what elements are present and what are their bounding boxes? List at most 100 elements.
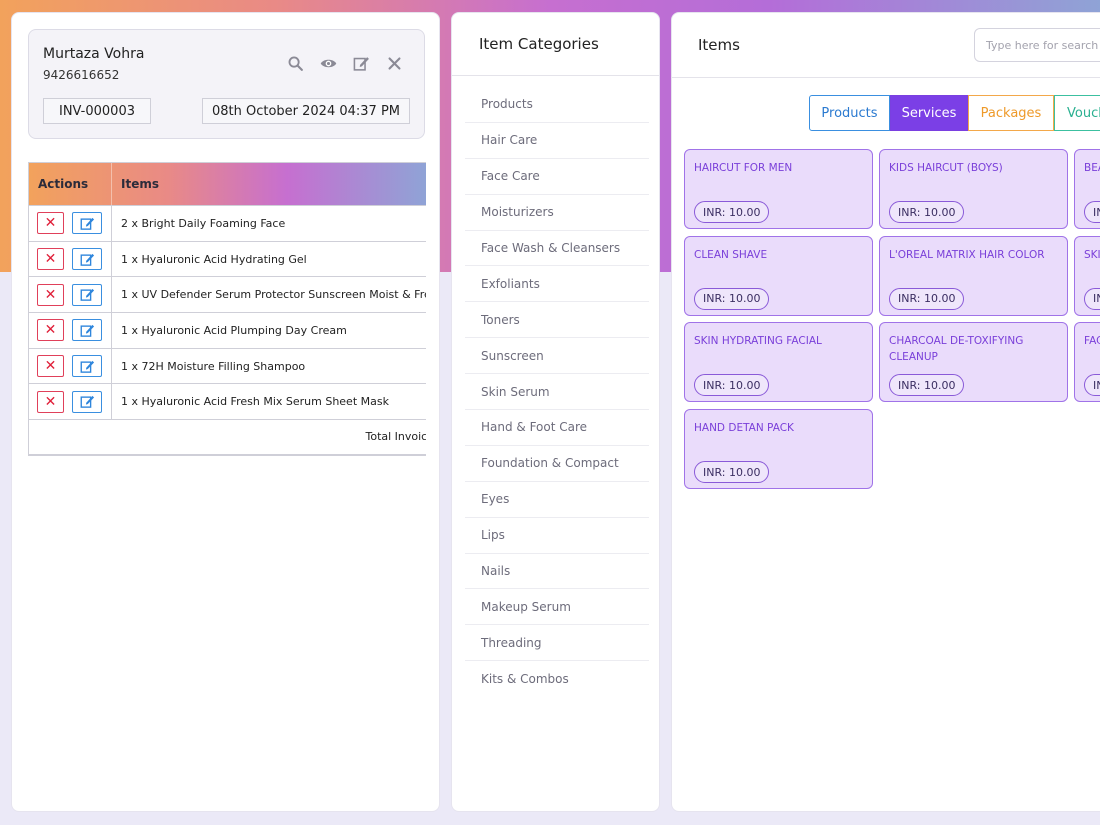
service-name: KIDS HAIRCUT (BOYS) (889, 162, 1003, 174)
tab-products[interactable]: Products (809, 95, 890, 131)
category-list: Products Hair Care Face Care Moisturizers Fa… (465, 87, 649, 697)
service-price: INR: 10.00 (1084, 374, 1100, 397)
category-item[interactable]: Makeup Serum (465, 589, 649, 626)
close-icon: ✕ (44, 251, 57, 268)
service-name: SKIN (1084, 248, 1100, 261)
category-item[interactable]: Moisturizers (465, 195, 649, 231)
category-item[interactable]: Eyes (465, 482, 649, 518)
divider (452, 75, 659, 76)
edit-icon (80, 360, 94, 373)
invoice-number: INV-000003 (43, 98, 151, 124)
customer-name: Murtaza Vohra (43, 46, 145, 62)
delete-button[interactable]: ✕ (37, 212, 64, 235)
close-icon: ✕ (44, 286, 57, 303)
category-item[interactable]: Hand & Foot Care (465, 410, 649, 446)
edit-button[interactable] (72, 248, 102, 271)
row-actions: ✕ (29, 313, 112, 348)
edit-icon (80, 289, 94, 302)
search-icon[interactable] (286, 54, 305, 72)
category-item[interactable]: Hair Care (465, 123, 649, 159)
edit-button[interactable] (72, 319, 102, 342)
edit-button[interactable] (72, 355, 102, 378)
category-item[interactable]: Lips (465, 518, 649, 554)
close-icon: ✕ (44, 215, 57, 232)
service-price: INR: 10.00 (1084, 287, 1100, 310)
edit-icon (80, 253, 94, 266)
divider (672, 77, 1100, 78)
row-actions: ✕ (29, 206, 112, 241)
edit-button[interactable] (72, 212, 102, 235)
category-item[interactable]: Skin Serum (465, 374, 649, 411)
edit-button[interactable] (72, 390, 102, 413)
close-icon: ✕ (44, 322, 57, 339)
service-card[interactable]: KIDS HAIRCUT (BOYS) INR: 10.00 (879, 149, 1068, 229)
category-item[interactable]: Sunscreen (465, 338, 649, 375)
service-card[interactable]: HAND DETAN PACK INR: 10.00 (684, 409, 873, 490)
close-icon[interactable] (385, 54, 404, 72)
table-row: ✕ 2 x Bright Daily Foaming Face (29, 205, 426, 241)
search-input[interactable] (974, 28, 1100, 62)
edit-button[interactable] (72, 283, 102, 306)
invoice-panel: Murtaza Vohra 9426616652 INV-000003 08th… (11, 12, 440, 812)
service-name: HAND DETAN PACK (694, 422, 794, 435)
edit-icon (80, 324, 94, 337)
cart-table: Actions Items ✕ 2 x Bright Daily Foaming … (28, 162, 426, 456)
cart-item-label: 1 x UV Defender Serum Protector Sunscree… (121, 288, 426, 302)
tab-services[interactable]: Services (890, 95, 968, 131)
cart-table-header: Actions Items (29, 163, 426, 205)
service-card[interactable]: L'OREAL MATRIX HAIR COLOR INR: 10.00 (879, 235, 1068, 316)
service-price: INR: 10.00 (694, 201, 770, 223)
table-row: ✕ 1 x Hyaluronic Acid Hydrating Gel (29, 240, 426, 277)
service-card[interactable]: HAIRCUT FOR MEN INR: 10.00 (684, 149, 873, 229)
category-item[interactable]: Face Wash & Cleansers (465, 231, 649, 267)
category-item[interactable]: Products (465, 87, 649, 123)
service-name: CLEAN SHAVE (694, 248, 768, 261)
cart-item-label: 1 x Hyaluronic Acid Fresh Mix Serum Shee… (121, 395, 389, 409)
categories-panel: Item Categories Products Hair Care Face Ca… (451, 12, 660, 812)
delete-button[interactable]: ✕ (37, 355, 64, 378)
total-invoice-row: Total Invoice (29, 419, 426, 455)
service-name: BEARD (1084, 162, 1100, 174)
service-price: INR: 10.00 (889, 374, 965, 397)
items-title: Items (698, 36, 740, 54)
service-price: INR: 10.00 (694, 287, 770, 310)
service-card[interactable]: CLEAN SHAVE INR: 10.00 (684, 235, 873, 316)
category-item[interactable]: Nails (465, 554, 649, 590)
service-name: L'OREAL MATRIX HAIR COLOR (889, 248, 1045, 261)
tab-packages[interactable]: Packages (968, 95, 1054, 131)
table-row: ✕ 1 x 72H Moisture Filling Shampoo (29, 347, 426, 384)
delete-button[interactable]: ✕ (37, 283, 64, 306)
tab-vouchers[interactable]: Vouchers (1054, 95, 1100, 131)
service-name: HAIRCUT FOR MEN (694, 162, 793, 174)
service-name: CHARCOAL DE-TOXIFYING CLEANUP (889, 335, 1024, 364)
table-row: ✕ 1 x UV Defender Serum Protector Sunscre… (29, 276, 426, 313)
close-icon: ✕ (44, 393, 57, 410)
category-item[interactable]: Toners (465, 302, 649, 339)
close-icon: ✕ (44, 358, 57, 375)
service-card[interactable]: FACE INR: 10.00 (1074, 322, 1100, 403)
category-item[interactable]: Kits & Combos (465, 661, 649, 697)
category-item[interactable]: Face Care (465, 159, 649, 195)
invoice-datetime: 08th October 2024 04:37 PM (202, 98, 410, 124)
cart-item-label: 1 x Hyaluronic Acid Hydrating Gel (121, 252, 307, 266)
category-item[interactable]: Threading (465, 625, 649, 662)
edit-icon[interactable] (352, 54, 371, 72)
cart-item-label: 1 x Hyaluronic Acid Plumping Day Cream (121, 323, 347, 337)
cart-item-label: 2 x Bright Daily Foaming Face (121, 216, 286, 230)
customer-card: Murtaza Vohra 9426616652 INV-000003 08th… (28, 29, 425, 139)
service-price: INR: 10.00 (694, 374, 770, 397)
delete-button[interactable]: ✕ (37, 390, 64, 413)
service-card[interactable]: SKIN HYDRATING FACIAL INR: 10.00 (684, 322, 873, 403)
categories-title: Item Categories (479, 35, 599, 53)
service-price: INR: 10.00 (889, 201, 965, 223)
category-item[interactable]: Foundation & Compact (465, 446, 649, 482)
edit-icon (80, 217, 94, 230)
category-item[interactable]: Exfoliants (465, 266, 649, 303)
delete-button[interactable]: ✕ (37, 319, 64, 342)
delete-button[interactable]: ✕ (37, 248, 64, 271)
service-name: FACE (1084, 335, 1100, 348)
service-card[interactable]: SKIN INR: 10.00 (1074, 235, 1100, 316)
service-card[interactable]: BEARD INR: 10.00 (1074, 149, 1100, 229)
service-card[interactable]: CHARCOAL DE-TOXIFYING CLEANUP INR: 10.00 (879, 322, 1068, 403)
eye-icon[interactable] (319, 54, 338, 72)
